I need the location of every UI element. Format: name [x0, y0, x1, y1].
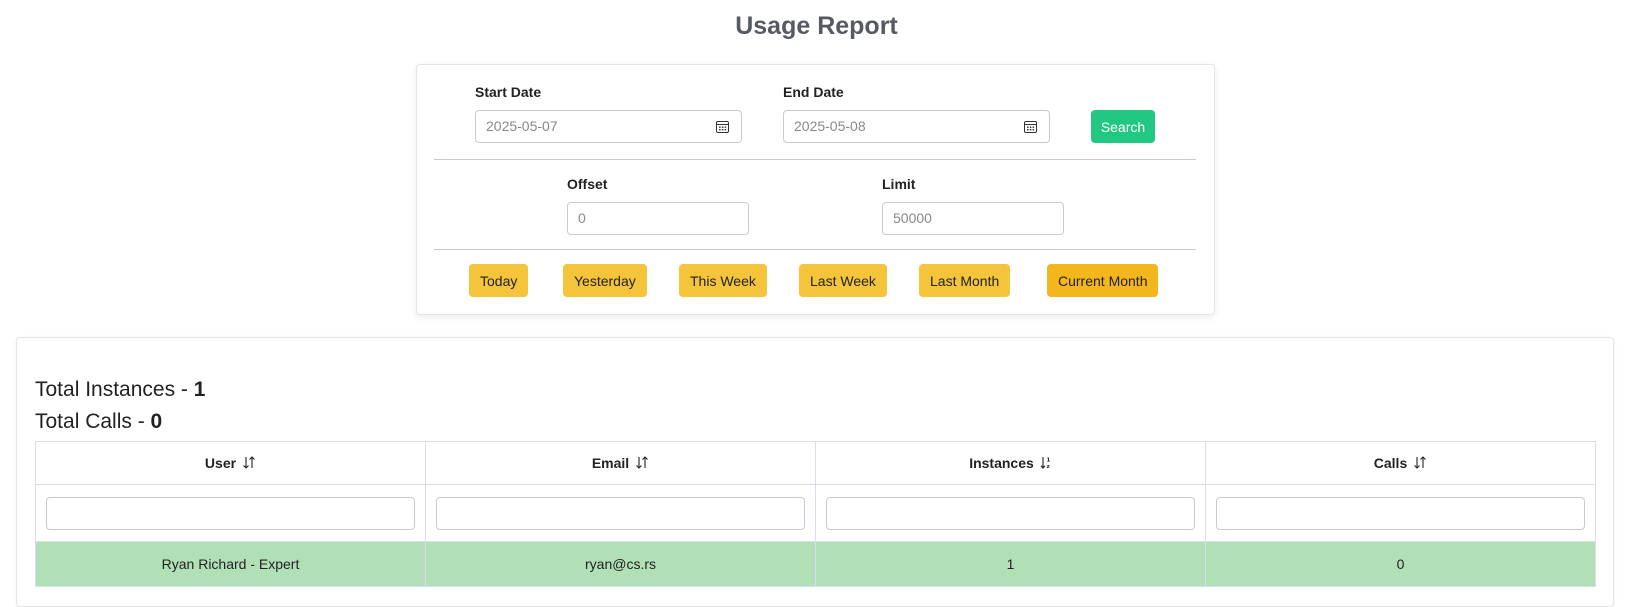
user-cell: Ryan Richard - Expert — [35, 541, 426, 587]
total-instances-value: 1 — [193, 378, 206, 401]
end-date-input[interactable]: 2025-05-08 — [783, 110, 1050, 143]
usage-table: User Email Instances 1 z Calls Ryan Rich… — [35, 441, 1596, 587]
total-calls-value: 0 — [150, 410, 163, 433]
end-date-value: 2025-05-08 — [794, 118, 866, 134]
today-button[interactable]: Today — [469, 264, 529, 297]
email-cell: ryan@cs.rs — [425, 541, 816, 587]
column-header-label: User — [204, 455, 237, 471]
instances-cell: 1 — [815, 541, 1206, 587]
total-calls-label: Total Calls - — [35, 410, 151, 433]
calls-filter-input[interactable] — [1216, 496, 1585, 530]
sort-both-icon[interactable] — [635, 456, 649, 469]
column-header-email[interactable]: Email — [425, 441, 816, 485]
total-instances: Total Instances - 1 — [35, 378, 205, 402]
filter-cell — [425, 484, 816, 542]
column-header-label: Instances — [969, 455, 1034, 471]
limit-input[interactable]: 50000 — [882, 202, 1064, 235]
sort-both-icon[interactable] — [242, 456, 256, 469]
column-header-user[interactable]: User — [35, 441, 426, 485]
sort-ascending-icon[interactable]: 1z — [1040, 456, 1052, 469]
total-calls: Total Calls - 0 — [35, 410, 162, 434]
sort-both-icon[interactable] — [1413, 456, 1427, 469]
total-instances-label: Total Instances - — [35, 378, 194, 401]
results-panel: Total Instances - 1 Total Calls - 0 User… — [16, 337, 1614, 607]
offset-label: Offset — [567, 176, 608, 192]
search-button[interactable]: Search — [1091, 110, 1155, 143]
table-row[interactable]: Ryan Richard - Expert ryan@cs.rs 1 0 — [35, 541, 1596, 587]
instances-filter-input[interactable] — [826, 496, 1195, 530]
column-header-label: Email — [591, 455, 630, 471]
end-date-label: End Date — [783, 84, 844, 100]
last-month-button[interactable]: Last Month — [919, 264, 1011, 297]
column-header-calls[interactable]: Calls — [1205, 441, 1596, 485]
offset-input[interactable]: 0 — [567, 202, 749, 235]
limit-label: Limit — [882, 176, 916, 192]
page-title: Usage Report — [735, 12, 898, 40]
divider — [434, 249, 1196, 250]
filter-cell — [35, 484, 426, 542]
calendar-icon[interactable] — [1024, 120, 1037, 133]
filter-cell — [1205, 484, 1596, 542]
this-week-button[interactable]: This Week — [679, 264, 767, 297]
start-date-value: 2025-05-07 — [486, 118, 558, 134]
email-filter-input[interactable] — [436, 496, 805, 530]
filter-panel: Start Date 2025-05-07 End Date 2025-05-0… — [416, 64, 1215, 315]
calendar-icon[interactable] — [716, 120, 729, 133]
start-date-label: Start Date — [475, 84, 542, 100]
current-month-button[interactable]: Current Month — [1047, 264, 1159, 297]
user-filter-input[interactable] — [46, 496, 415, 530]
start-date-input[interactable]: 2025-05-07 — [475, 110, 742, 143]
column-header-instances[interactable]: Instances 1 z — [815, 441, 1206, 485]
filter-cell — [815, 484, 1206, 542]
svg-text:1: 1 — [1046, 458, 1050, 464]
divider — [434, 159, 1196, 160]
column-header-label: Calls — [1373, 455, 1408, 471]
filter-row — [35, 484, 1596, 542]
last-week-button[interactable]: Last Week — [799, 264, 887, 297]
yesterday-button[interactable]: Yesterday — [563, 264, 647, 297]
calls-cell: 0 — [1205, 541, 1596, 587]
svg-text:z: z — [1046, 464, 1049, 469]
